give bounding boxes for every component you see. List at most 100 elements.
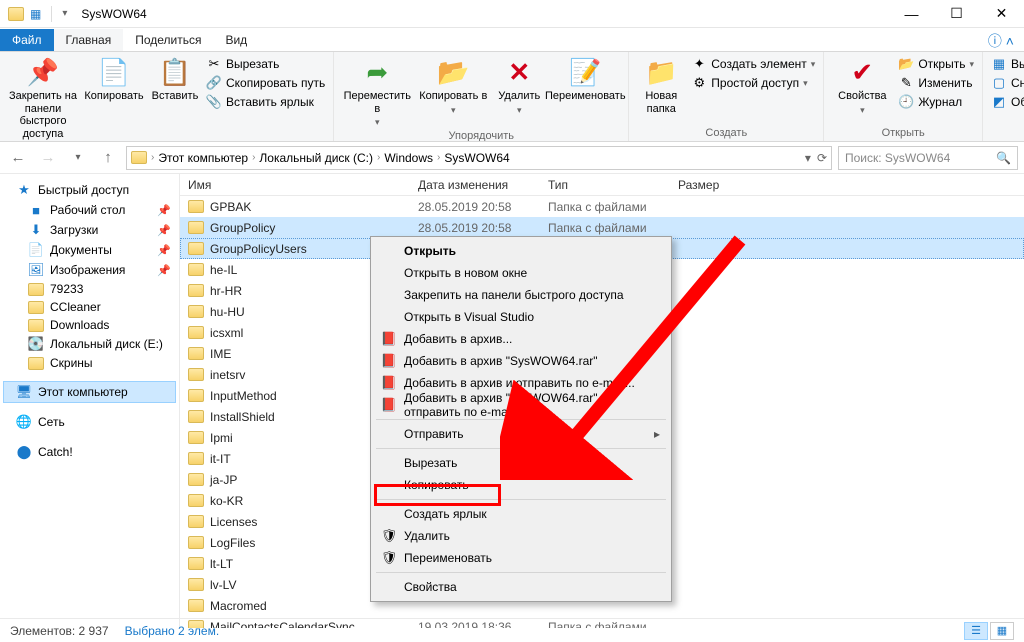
tree-quick-access[interactable]: ★Быстрый доступ [4, 180, 175, 200]
view-details-button[interactable]: ☰ [964, 622, 988, 640]
crumb-1[interactable]: Локальный диск (C:) [259, 151, 373, 165]
tree-desktop[interactable]: ■Рабочий стол📌 [4, 200, 175, 220]
refresh-icon[interactable]: ⟳ [817, 151, 827, 165]
address-dropdown-icon[interactable]: ▾ [805, 151, 811, 165]
nav-back-button[interactable]: ← [6, 146, 30, 170]
ctx-send-to[interactable]: Отправить▸ [374, 423, 668, 445]
ctx-create-shortcut[interactable]: Создать ярлык [374, 503, 668, 525]
file-name: Macromed [210, 599, 267, 613]
folder-icon [188, 410, 204, 423]
tree-this-pc[interactable]: 🖥Этот компьютер [4, 382, 175, 402]
tree-downloads2[interactable]: Downloads [4, 316, 175, 334]
copy-to-button[interactable]: 📂Копировать в▾ [418, 56, 488, 115]
crumb-0[interactable]: Этот компьютер [158, 151, 248, 165]
tab-home[interactable]: Главная [54, 29, 124, 51]
easy-access-button[interactable]: ⚙Простой доступ ▾ [691, 75, 815, 91]
folder-icon [188, 263, 204, 276]
col-name[interactable]: Имя [180, 178, 410, 192]
ctx-open-vs[interactable]: Открыть в Visual Studio [374, 306, 668, 328]
tab-share[interactable]: Поделиться [123, 29, 213, 51]
edit-button[interactable]: ✎Изменить [898, 75, 974, 91]
tab-file[interactable]: Файл [0, 29, 54, 51]
tree-79233[interactable]: 79233 [4, 280, 175, 298]
open-button[interactable]: 📂Открыть ▾ [898, 56, 974, 72]
app-icon [8, 7, 24, 21]
col-size[interactable]: Размер [670, 178, 750, 192]
file-row[interactable]: GroupPolicy28.05.2019 20:58Папка с файла… [180, 217, 1024, 238]
select-all-button[interactable]: ▦Выделить все [991, 56, 1024, 72]
paste-button[interactable]: 📋Вставить [150, 56, 200, 103]
crumb-2[interactable]: Windows [384, 151, 433, 165]
ctx-add-archive[interactable]: 📕Добавить в архив... [374, 328, 668, 350]
column-headers[interactable]: Имя Дата изменения Тип Размер [180, 174, 1024, 196]
maximize-button[interactable]: ☐ [934, 0, 979, 28]
select-none-button[interactable]: ▢Снять выделение [991, 75, 1024, 91]
tree-ccleaner[interactable]: CCleaner [4, 298, 175, 316]
statusbar: Элементов: 2 937 Выбрано 2 элем. ☰ ▦ [0, 618, 1024, 642]
tree-localdisk[interactable]: 💽Локальный диск (E:) [4, 334, 175, 354]
move-to-button[interactable]: ➦Переместить в▾ [342, 56, 412, 128]
rename-button[interactable]: 📝Переименовать [550, 56, 620, 103]
ctx-copy[interactable]: Копировать [374, 474, 668, 496]
tree-downloads[interactable]: ⬇Загрузки📌 [4, 220, 175, 240]
qat-dropdown-icon[interactable]: ▾ [62, 8, 67, 19]
ctx-open[interactable]: Открыть [374, 240, 668, 262]
ctx-cut[interactable]: Вырезать [374, 452, 668, 474]
ctx-rename[interactable]: 🛡Переименовать [374, 547, 668, 569]
pin-quick-button[interactable]: 📌Закрепить на панели быстрого доступа [8, 56, 78, 141]
paste-shortcut-button[interactable]: 📎Вставить ярлык [206, 94, 325, 110]
paste-shortcut-icon: 📎 [206, 94, 222, 110]
tab-view[interactable]: Вид [213, 29, 259, 51]
select-none-icon: ▢ [991, 75, 1007, 91]
tree-network[interactable]: 🌐Сеть [4, 412, 175, 432]
col-date[interactable]: Дата изменения [410, 178, 540, 192]
tree-pictures[interactable]: 🖼Изображения📌 [4, 260, 175, 280]
ctx-rar-email[interactable]: 📕Добавить в архив "SysWOW64.rar" и отпра… [374, 394, 668, 416]
new-folder-button[interactable]: 📁Новая папка [637, 56, 685, 115]
cut-button[interactable]: ✂Вырезать [206, 56, 325, 72]
view-icons-button[interactable]: ▦ [990, 622, 1014, 640]
tree-skriny[interactable]: Скрины [4, 354, 175, 372]
file-name: GPBAK [210, 200, 251, 214]
folder-icon [188, 221, 204, 234]
folder-icon [188, 242, 204, 255]
nav-tree[interactable]: ★Быстрый доступ ■Рабочий стол📌 ⬇Загрузки… [0, 174, 180, 628]
search-box[interactable]: Поиск: SysWOW64 🔍 [838, 146, 1018, 170]
ctx-delete[interactable]: 🛡Удалить [374, 525, 668, 547]
qat-props-icon[interactable]: ▦ [30, 7, 41, 21]
rar-icon: 📕 [380, 397, 398, 413]
nav-forward-button[interactable]: → [36, 146, 60, 170]
file-name: GroupPolicyUsers [210, 242, 307, 256]
ctx-open-new-window[interactable]: Открыть в новом окне [374, 262, 668, 284]
folder-icon [188, 305, 204, 318]
new-item-button[interactable]: ✦Создать элемент ▾ [691, 56, 815, 72]
shield-icon: 🛡 [380, 528, 398, 544]
file-type: Папка с файлами [540, 221, 670, 235]
copy-path-button[interactable]: 🔗Скопировать путь [206, 75, 325, 91]
history-button[interactable]: 🕘Журнал [898, 94, 974, 110]
tree-catch[interactable]: ⬤Catch! [4, 442, 175, 462]
group-organize-label: Упорядочить [342, 128, 620, 142]
window-title: SysWOW64 [75, 7, 889, 21]
copy-button[interactable]: 📄Копировать [84, 56, 144, 103]
properties-button[interactable]: ✔Свойства▾ [832, 56, 892, 115]
ctx-pin-quick[interactable]: Закрепить на панели быстрого доступа [374, 284, 668, 306]
nav-up-button[interactable]: ↑ [96, 146, 120, 170]
ribbon-help-icon[interactable]: ⓘ ˄ [978, 31, 1024, 51]
ctx-add-rar[interactable]: 📕Добавить в архив "SysWOW64.rar" [374, 350, 668, 372]
file-name: Licenses [210, 515, 257, 529]
rar-icon: 📕 [380, 375, 398, 391]
invert-selection-button[interactable]: ◩Обратить выделение [991, 94, 1024, 110]
file-name: IME [210, 347, 231, 361]
crumb-3[interactable]: SysWOW64 [444, 151, 509, 165]
close-button[interactable]: ✕ [979, 0, 1024, 28]
col-type[interactable]: Тип [540, 178, 670, 192]
address-bar[interactable]: › Этот компьютер› Локальный диск (C:)› W… [126, 146, 832, 170]
file-row[interactable]: GPBAK28.05.2019 20:58Папка с файлами [180, 196, 1024, 217]
delete-button[interactable]: ✕Удалить▾ [494, 56, 544, 115]
tree-documents[interactable]: 📄Документы📌 [4, 240, 175, 260]
nav-recent-button[interactable]: ▾ [66, 146, 90, 170]
search-placeholder: Поиск: SysWOW64 [845, 151, 950, 165]
ctx-properties[interactable]: Свойства [374, 576, 668, 598]
minimize-button[interactable]: — [889, 0, 934, 28]
